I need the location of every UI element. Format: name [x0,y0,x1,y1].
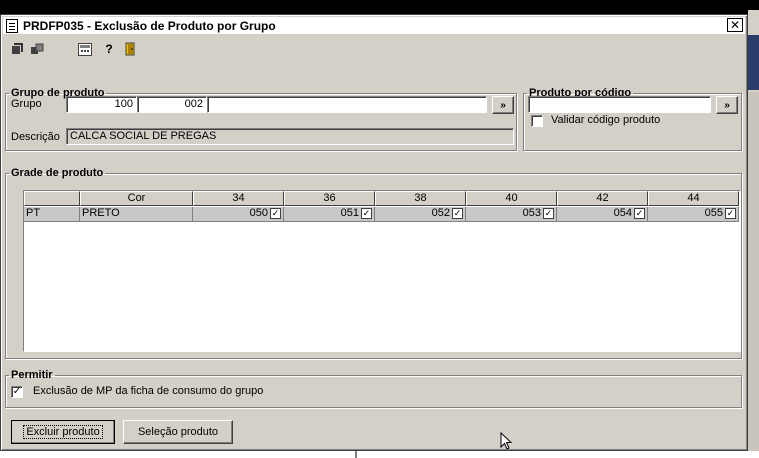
grid-header-size-36[interactable]: 36 [284,191,375,206]
table-row[interactable]: PT PRETO 050 ✓ 051 ✓ 052 ✓ 053 ✓ 054 ✓ 0… [24,207,740,222]
grid-header-size-38[interactable]: 38 [375,191,466,206]
permitir-legend: Permitir [11,369,53,381]
title-bar[interactable]: PRDFP035 - Exclusão de Produto por Grupo… [3,17,745,34]
window-title: PRDFP035 - Exclusão de Produto por Grupo [23,18,276,33]
size-36-value: 051 [340,207,359,219]
grid-header-size-34[interactable]: 34 [193,191,284,206]
size-42-value: 054 [613,207,632,219]
desktop-background-top [0,0,759,14]
arrow-icon[interactable] [9,41,25,57]
descricao-label: Descrição [11,131,60,143]
mouse-pointer-icon [500,432,512,450]
produto-lookup-button[interactable]: » [716,96,738,114]
grupo-code-field-2[interactable]: 002 [137,96,207,113]
help-icon[interactable]: ? [101,41,117,57]
size-42-checkbox[interactable]: ✓ [634,208,645,219]
row-code-cell[interactable]: PT [24,207,80,222]
size-40-cell[interactable]: 053 ✓ [466,207,557,222]
size-34-cell[interactable]: 050 ✓ [193,207,284,222]
dialog-window: PRDFP035 - Exclusão de Produto por Grupo… [0,14,748,451]
size-40-value: 053 [522,207,541,219]
grid-header-size-42[interactable]: 42 [557,191,648,206]
size-44-checkbox[interactable]: ✓ [725,208,736,219]
grid-header: Cor 34 36 38 40 42 44 [24,191,740,206]
excluir-produto-button[interactable]: Excluir produto [11,420,115,444]
exit-door-icon[interactable] [123,41,139,57]
size-34-checkbox[interactable]: ✓ [270,208,281,219]
row-color-cell[interactable]: PRETO [80,207,193,222]
grupo-label: Grupo [11,98,42,110]
grupo-code-field-1[interactable]: 100 [66,96,137,113]
grade-grid[interactable]: Cor 34 36 38 40 42 44 PT PRETO 050 ✓ 051… [23,190,741,352]
size-44-value: 055 [704,207,723,219]
desktop-background-right [748,10,759,458]
size-34-value: 050 [249,207,268,219]
app-icon [6,18,18,33]
size-36-cell[interactable]: 051 ✓ [284,207,375,222]
size-36-checkbox[interactable]: ✓ [361,208,372,219]
desktop-background-bottom [0,451,759,458]
grid-header-cor[interactable]: Cor [80,191,193,206]
grade-produto-legend: Grade de produto [11,167,104,179]
grid-header-size-44[interactable]: 44 [648,191,739,206]
size-40-checkbox[interactable]: ✓ [543,208,554,219]
grupo-lookup-button[interactable]: » [492,96,514,114]
exclusao-mp-label[interactable]: Exclusão de MP da ficha de consumo do gr… [33,385,263,397]
grupo-code-field-3[interactable] [207,96,487,113]
size-38-cell[interactable]: 052 ✓ [375,207,466,222]
validar-codigo-checkbox[interactable] [531,115,543,127]
validar-codigo-label[interactable]: Validar código produto [551,114,660,126]
grid-header-code [24,191,80,206]
produto-codigo-input[interactable] [528,96,711,113]
close-button[interactable]: ✕ [727,18,743,32]
grid-header-size-40[interactable]: 40 [466,191,557,206]
selecao-produto-button[interactable]: Seleção produto [123,420,233,444]
copy-icon[interactable] [29,41,45,57]
exclusao-mp-checkbox[interactable]: ✓ [11,386,23,398]
descricao-field: CALCA SOCIAL DE PREGAS [66,128,514,145]
selecao-produto-label: Seleção produto [137,426,219,438]
calculator-icon[interactable] [77,41,93,57]
size-44-cell[interactable]: 055 ✓ [648,207,739,222]
toolbar: ? [3,37,745,59]
size-38-value: 052 [431,207,450,219]
size-38-checkbox[interactable]: ✓ [452,208,463,219]
excluir-produto-label: Excluir produto [23,425,103,439]
size-42-cell[interactable]: 054 ✓ [557,207,648,222]
